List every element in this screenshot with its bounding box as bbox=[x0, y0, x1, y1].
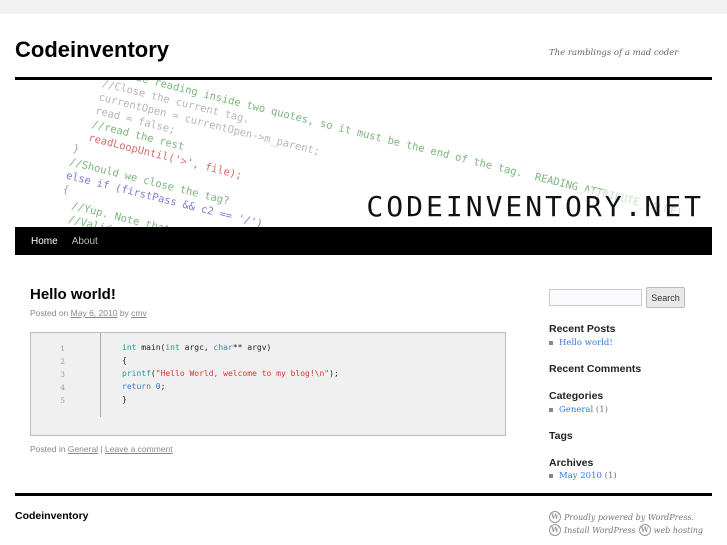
footer-links: W Install WordPress Wweb hosting bbox=[549, 524, 703, 536]
header-banner-image: //Must be reading inside two quotes, so … bbox=[15, 80, 712, 227]
site-tagline: The ramblings of a mad coder bbox=[549, 48, 679, 58]
author-link[interactable]: cmv bbox=[131, 308, 147, 318]
code-line: { bbox=[122, 356, 127, 365]
widget-title-recent-posts: Recent Posts bbox=[549, 323, 616, 335]
post-date-link[interactable]: May 6, 2010 bbox=[71, 308, 118, 318]
widget-title-recent-comments: Recent Comments bbox=[549, 363, 642, 375]
footer-site-title[interactable]: Codeinventory bbox=[15, 510, 89, 522]
leave-comment-link[interactable]: Leave a comment bbox=[105, 444, 173, 454]
code-line: printf("Hello World, welcome to my blog!… bbox=[122, 369, 339, 378]
powered-by-link[interactable]: W Proudly powered by WordPress. bbox=[549, 511, 694, 523]
footer-divider bbox=[15, 493, 712, 496]
list-item: General (1) bbox=[549, 405, 608, 415]
list-item: Hello world! bbox=[549, 338, 613, 348]
code-block: 1 2 3 4 5 int main(int argc, char** argv… bbox=[30, 332, 506, 436]
list-item: May 2010 (1) bbox=[549, 471, 617, 481]
banner-logo-text: CODEINVENTORY.NET bbox=[366, 190, 704, 223]
widget-title-tags: Tags bbox=[549, 430, 573, 442]
post-footer-meta: Posted in General | Leave a comment bbox=[30, 444, 173, 454]
nav-home[interactable]: Home bbox=[31, 236, 58, 247]
install-wordpress-link[interactable]: Install WordPress bbox=[564, 526, 636, 535]
top-bar bbox=[0, 0, 727, 14]
wordpress-icon: W bbox=[638, 524, 651, 536]
line-number-gutter: 1 2 3 4 5 bbox=[31, 333, 101, 417]
wordpress-icon: W bbox=[549, 524, 561, 536]
main-nav: Home About bbox=[15, 227, 712, 255]
code-line: return 0; bbox=[122, 382, 166, 391]
web-hosting-link[interactable]: web hosting bbox=[654, 526, 703, 535]
widget-title-categories: Categories bbox=[549, 390, 604, 402]
recent-post-link[interactable]: Hello world! bbox=[559, 338, 613, 348]
post-title[interactable]: Hello world! bbox=[30, 286, 116, 303]
category-link[interactable]: General bbox=[68, 444, 98, 454]
search-input[interactable] bbox=[549, 289, 642, 306]
post-meta: Posted on May 6, 2010 by cmv bbox=[30, 308, 147, 318]
category-general-link[interactable]: General bbox=[559, 405, 593, 415]
site-title[interactable]: Codeinventory bbox=[15, 37, 169, 63]
code-line: int main(int argc, char** argv) bbox=[122, 343, 272, 352]
archive-may-2010-link[interactable]: May 2010 bbox=[559, 471, 602, 481]
widget-title-archives: Archives bbox=[549, 457, 594, 469]
code-line: } bbox=[122, 395, 127, 404]
wordpress-icon: W bbox=[549, 511, 561, 523]
search-button[interactable]: Search bbox=[646, 287, 685, 308]
nav-about[interactable]: About bbox=[72, 236, 98, 247]
